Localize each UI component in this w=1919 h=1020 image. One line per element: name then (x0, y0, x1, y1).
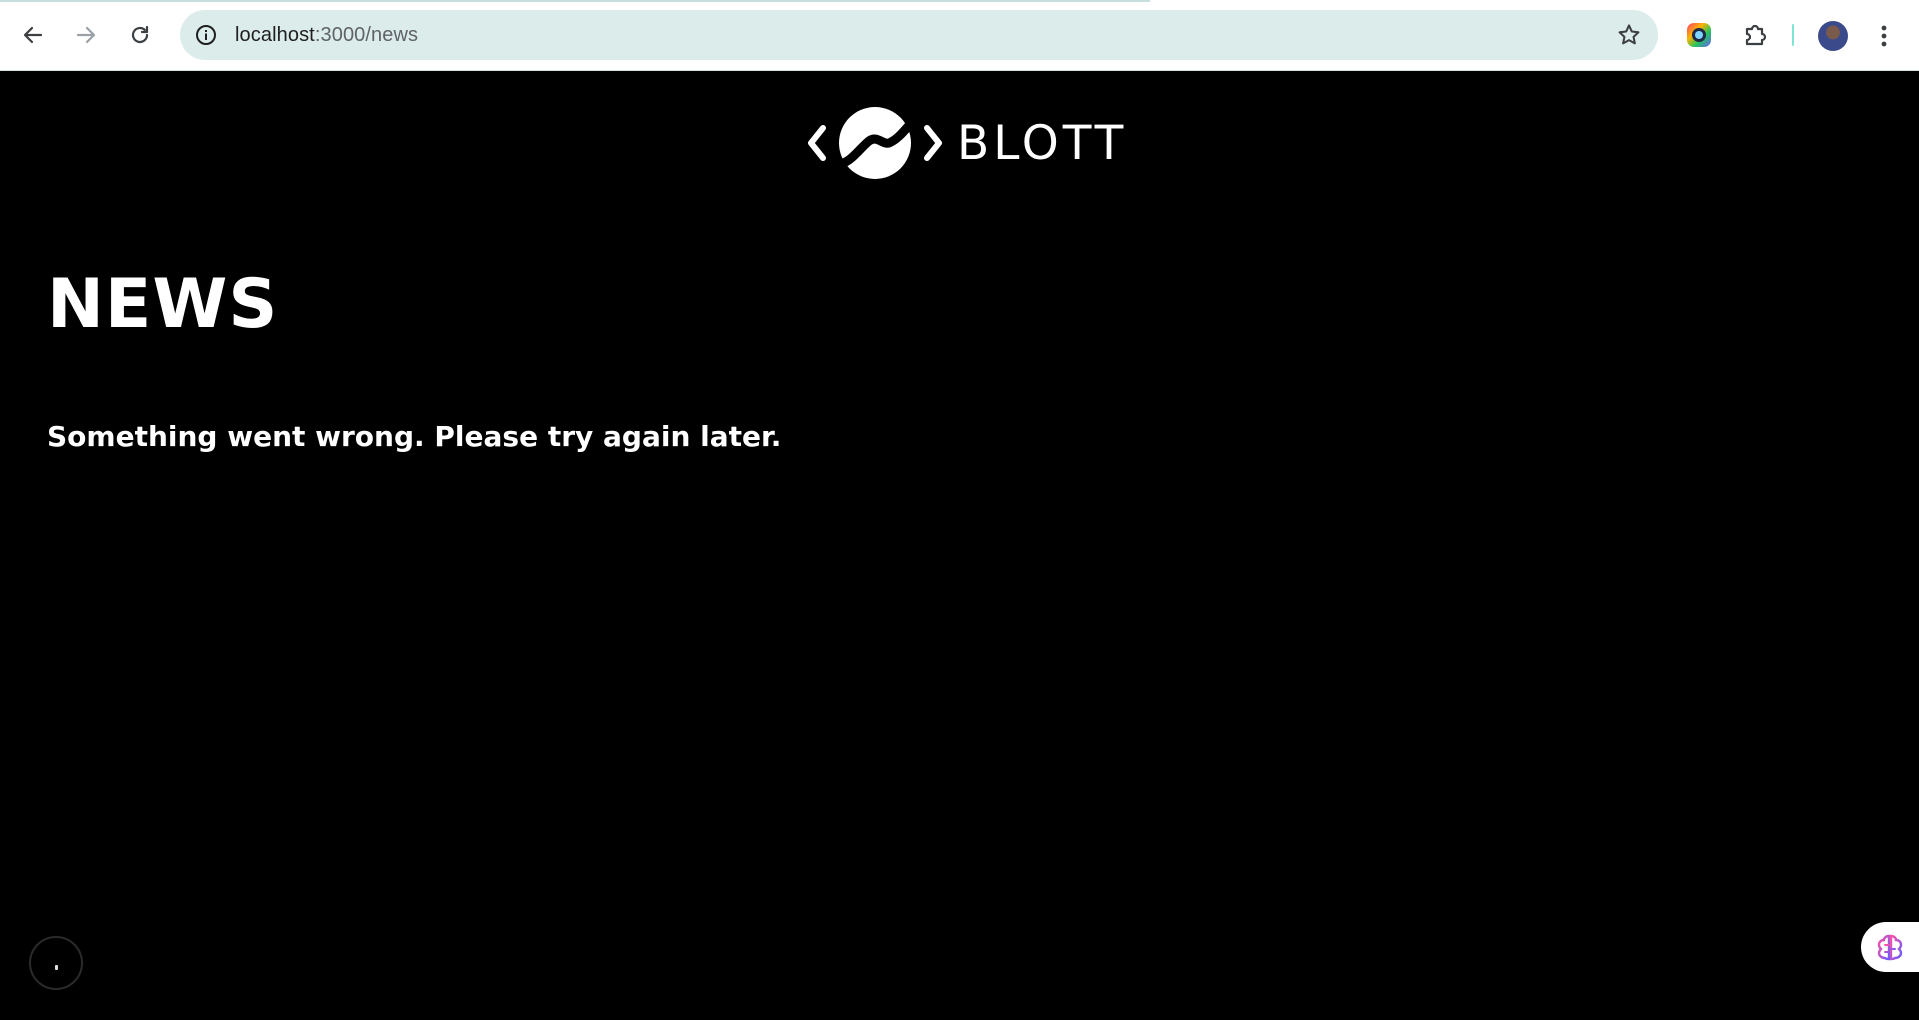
reload-icon (131, 25, 149, 44)
blott-logo-icon (808, 107, 942, 179)
logo-wordmark: BLOTT (957, 115, 1128, 171)
color-wheel-icon[interactable] (1684, 20, 1714, 50)
page-content: BLOTT NEWS Something went wrong. Please … (0, 71, 1919, 1020)
indicator-dot (54, 964, 58, 970)
info-icon[interactable] (194, 23, 218, 47)
forward-button[interactable] (68, 17, 104, 53)
arrow-right-icon (76, 26, 96, 44)
kebab-menu-icon[interactable] (1874, 21, 1894, 51)
browser-toolbar: localhost:3000/news (0, 0, 1919, 71)
puzzle-icon[interactable] (1740, 20, 1770, 50)
dev-indicator-button[interactable] (29, 936, 83, 990)
error-message: Something went wrong. Please try again l… (47, 420, 782, 453)
url-path: :3000/news (314, 24, 419, 46)
url-text[interactable]: localhost:3000/news (235, 24, 418, 47)
brain-icon (1877, 934, 1903, 961)
page-title: NEWS (47, 265, 279, 344)
star-icon[interactable] (1616, 22, 1642, 48)
reload-button[interactable] (122, 17, 158, 53)
avatar[interactable] (1818, 21, 1848, 51)
toolbar-divider (1792, 24, 1794, 46)
page-load-progress (0, 0, 1150, 2)
address-bar[interactable]: localhost:3000/news (180, 10, 1658, 60)
url-host: localhost (235, 24, 315, 46)
back-button[interactable] (15, 17, 51, 53)
site-logo[interactable]: BLOTT (807, 105, 1127, 181)
arrow-left-icon (23, 26, 43, 44)
floating-extension-tab[interactable] (1861, 922, 1919, 972)
